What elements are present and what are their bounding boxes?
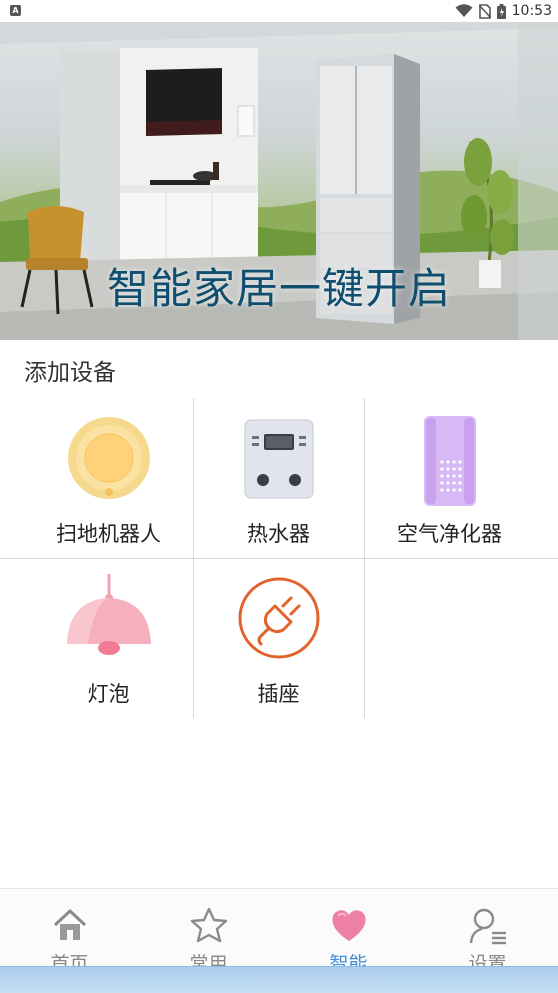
- wifi-icon: [455, 4, 473, 17]
- tab-settings[interactable]: 设置: [418, 889, 557, 975]
- user-settings-icon: [469, 908, 506, 945]
- device-air-purifier[interactable]: 空气净化器: [357, 398, 542, 558]
- device-socket[interactable]: 插座: [186, 558, 371, 718]
- air-purifier-icon: [423, 416, 476, 506]
- power-plug-icon: [238, 577, 319, 659]
- banner[interactable]: 智能家居一键开启: [0, 22, 558, 340]
- tab-smart[interactable]: 智能: [279, 889, 418, 975]
- section-title: 添加设备: [24, 360, 116, 386]
- device-label: 灯泡: [87, 682, 130, 706]
- bottom-strip: [0, 966, 558, 993]
- star-icon: [190, 907, 227, 943]
- device-water-heater[interactable]: 热水器: [186, 398, 371, 558]
- home-icon: [53, 909, 86, 940]
- device-label: 热水器: [247, 522, 310, 546]
- heart-icon: [331, 910, 366, 941]
- device-lamp[interactable]: 灯泡: [16, 558, 201, 718]
- battery-icon: [496, 3, 506, 19]
- clock: 10:53: [511, 3, 552, 19]
- device-robot-vacuum[interactable]: 扫地机器人: [16, 398, 201, 558]
- robot-vacuum-icon: [67, 417, 150, 499]
- status-icons: 10:53: [455, 0, 552, 22]
- device-label: 扫地机器人: [56, 522, 161, 546]
- app-notification-icon: A: [10, 5, 21, 16]
- tab-home[interactable]: 首页: [0, 889, 139, 975]
- device-label: 插座: [257, 682, 300, 706]
- no-sim-icon: [478, 3, 491, 19]
- banner-slogan: 智能家居一键开启: [106, 264, 451, 313]
- pendant-lamp-icon: [66, 574, 151, 655]
- water-heater-icon: [244, 419, 313, 499]
- tab-favorites[interactable]: 常用: [139, 889, 278, 975]
- device-label: 空气净化器: [397, 522, 502, 546]
- status-bar: A 10:53: [0, 0, 558, 22]
